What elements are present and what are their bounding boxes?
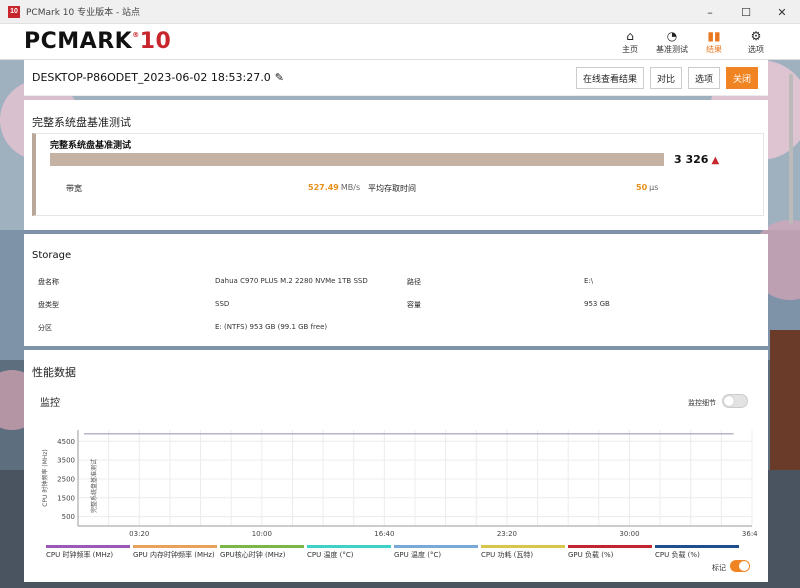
compare-button[interactable]: 对比: [649, 67, 682, 89]
legend-swatch: [568, 545, 652, 548]
legend-label: CPU 时钟频率 (MHz): [46, 551, 114, 559]
legend-swatch: [655, 545, 739, 548]
gauge-icon: ◔: [666, 29, 678, 43]
legend-swatch: [220, 545, 304, 548]
drive-name-value: Dahua C970 PLUS M.2 2280 NVMe 1TB SSD: [215, 277, 368, 285]
legend-item[interactable]: CPU 时钟频率 (MHz): [46, 545, 133, 560]
bandwidth-label: 带宽: [66, 184, 82, 193]
view-online-button[interactable]: 在线查看结果: [575, 67, 644, 89]
score-bar: [50, 153, 664, 166]
capacity-value: 953 GB: [584, 300, 610, 308]
score-value: 3 326 ▲: [674, 153, 720, 166]
nav-home[interactable]: ⌂ 主页: [612, 24, 648, 60]
monitor-detail-toggle[interactable]: [722, 394, 748, 408]
x-tick-label: 23:20: [497, 530, 517, 538]
test-score-card: 完整系统盘基准测试 3 326 ▲ 带宽 527.49 MB/s 平均存取时间 50…: [32, 133, 764, 216]
legend-label: GPU 温度 (°C): [394, 551, 442, 559]
options-button[interactable]: 选项: [687, 67, 720, 89]
main-nav: ⌂ 主页 ◔ 基准测试 ▮▮ 结果 ⚙ 选项: [606, 24, 774, 60]
legend-swatch: [307, 545, 391, 548]
scrollbar[interactable]: [787, 60, 795, 584]
x-tick-label: 03:20: [129, 530, 149, 538]
y-tick-label: 4500: [57, 438, 75, 446]
chart-legend: CPU 时钟频率 (MHz) GPU 内存时钟频率 (MHz) GPU核心时钟 (M…: [46, 545, 742, 560]
bandwidth-value: 527.49 MB/s: [308, 183, 361, 192]
nav-options[interactable]: ⚙ 选项: [738, 24, 774, 60]
y-tick-label: 500: [62, 513, 75, 521]
home-icon: ⌂: [626, 29, 634, 43]
drive-name-label: 盘名称: [38, 278, 59, 286]
partition-label: 分区: [38, 324, 52, 332]
perf-title: 性能数据: [32, 366, 76, 379]
legend-swatch: [394, 545, 478, 548]
legend-item[interactable]: CPU 负载 (%): [655, 545, 742, 560]
window-title: PCMark 10 专业版本 - 站点: [26, 8, 141, 18]
bar-chart-icon: ▮▮: [707, 29, 721, 43]
legend-swatch: [481, 545, 565, 548]
mark-label: 标记: [712, 564, 726, 572]
window-controls: – ☐ ✕: [692, 0, 800, 24]
y-tick-label: 1500: [57, 494, 75, 502]
y-tick-label: 3500: [57, 457, 75, 465]
nav-results[interactable]: ▮▮ 结果: [696, 24, 732, 60]
pencil-icon[interactable]: ✎: [275, 71, 284, 84]
legend-label: CPU 温度 (°C): [307, 551, 354, 559]
app-icon: 10: [8, 5, 20, 18]
result-title: DESKTOP-P86ODET_2023-06-02 18:53:27.0 ✎: [32, 71, 284, 84]
close-result-button[interactable]: 关闭: [725, 67, 758, 89]
monitor-title: 监控: [40, 398, 60, 409]
close-window-button[interactable]: ✕: [764, 0, 800, 24]
legend-item[interactable]: GPU核心时钟 (MHz): [220, 545, 307, 560]
legend-swatch: [46, 545, 130, 548]
legend-label: GPU 负载 (%): [568, 551, 614, 559]
x-tick-label: 36:40: [742, 530, 758, 538]
legend-swatch: [133, 545, 217, 548]
y-axis-label: CPU 时钟频率 (MHz): [41, 449, 49, 507]
nav-benchmarks[interactable]: ◔ 基准测试: [654, 24, 690, 60]
x-tick-label: 30:00: [619, 530, 639, 538]
window-titlebar: 10 PCMark 10 专业版本 - 站点 – ☐ ✕: [0, 0, 800, 24]
gear-icon: ⚙: [750, 29, 762, 43]
access-time-label: 平均存取时间: [368, 184, 416, 193]
legend-item[interactable]: CPU 功耗 (瓦特): [481, 545, 568, 560]
y-tick-label: 2500: [57, 475, 75, 483]
x-tick-label: 16:40: [374, 530, 394, 538]
partition-value: E: (NTFS) 953 GB (99.1 GB free): [215, 323, 328, 331]
legend-label: CPU 负载 (%): [655, 551, 700, 559]
storage-title: Storage: [32, 250, 72, 261]
test-name: 完整系统盘基准测试: [50, 141, 132, 151]
drive-type-value: SSD: [215, 300, 230, 308]
performance-panel: 性能数据 监控 监控细节 500 1500 2500 3500 4500 03:20 10:…: [24, 350, 768, 582]
app-header: PCMARK ® 10 ⌂ 主页 ◔ 基准测试 ▮▮ 结果 ⚙ 选项: [0, 24, 800, 60]
legend-label: CPU 功耗 (瓦特): [481, 551, 534, 559]
legend-label: GPU核心时钟 (MHz): [220, 551, 286, 559]
mark-toggle[interactable]: [730, 560, 750, 572]
path-value: E:\: [584, 277, 594, 285]
storage-panel: Storage 盘名称 Dahua C970 PLUS M.2 2280 NVM…: [24, 234, 768, 346]
scrollbar-thumb[interactable]: [789, 74, 793, 224]
capacity-label: 容量: [407, 301, 421, 309]
drive-type-label: 盘类型: [38, 301, 59, 309]
x-tick-label: 10:00: [252, 530, 272, 538]
result-actions: 在线查看结果 对比 选项 关闭: [570, 67, 758, 89]
legend-item[interactable]: CPU 温度 (°C): [307, 545, 394, 560]
access-time-value: 50 μs: [636, 183, 659, 192]
maximize-button[interactable]: ☐: [728, 0, 764, 24]
section-title: 完整系统盘基准测试: [32, 116, 131, 129]
legend-item[interactable]: GPU 温度 (°C): [394, 545, 481, 560]
warning-icon: ▲: [711, 155, 720, 166]
monitoring-chart: 500 1500 2500 3500 4500 03:20 10:00 16:40 23:20 3…: [41, 430, 758, 538]
legend-item[interactable]: GPU 内存时钟频率 (MHz): [133, 545, 220, 560]
chart-annotation: 完整系统盘基准测试: [90, 459, 98, 513]
legend-item[interactable]: GPU 负载 (%): [568, 545, 655, 560]
minimize-button[interactable]: –: [692, 0, 728, 24]
test-result-panel: 完整系统盘基准测试 完整系统盘基准测试 3 326 ▲ 带宽 527.49 MB/s…: [24, 100, 768, 230]
result-header-panel: DESKTOP-P86ODET_2023-06-02 18:53:27.0 ✎ 在…: [24, 60, 768, 96]
pcmark-logo: PCMARK ® 10: [24, 29, 172, 54]
monitor-detail-label: 监控细节: [688, 399, 716, 407]
legend-label: GPU 内存时钟频率 (MHz): [133, 551, 215, 559]
path-label: 路径: [407, 278, 421, 286]
